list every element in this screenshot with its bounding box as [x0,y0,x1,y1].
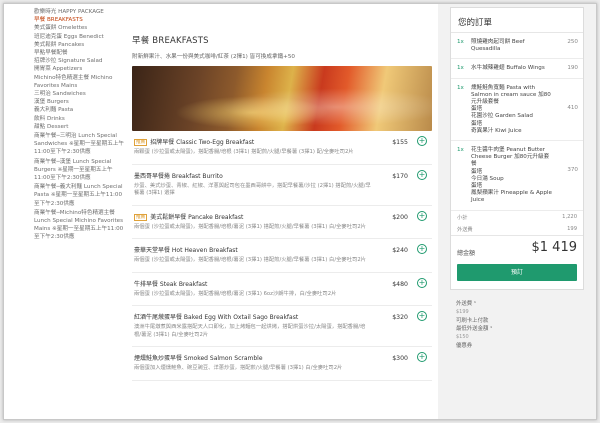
fee-value: $199 [456,309,469,315]
item-price: $200 [392,213,408,221]
item-price: $320 [392,314,408,321]
order-item-price: 370 [567,167,578,174]
item-name: 招牌早餐 Classic Two-Egg Breakfast [150,139,255,146]
item-name: 紅酒牛尾燉蛋早餐 Baked Egg With Oxtail Sago Brea… [134,314,299,321]
sidebar-item-drinks[interactable]: 飲料 Drinks [34,115,124,123]
add-item-icon[interactable]: + [417,352,427,362]
item-name: 煙燻鮭魚炒蛋早餐 Smoked Salmon Scramble [134,355,263,362]
item-description: 兩個蛋加入煙燻鮭魚、碗豆豌豆、洋蔥炒蛋，搭配煎/火腿/早餐薯 (3擇1) 白/全… [134,365,343,371]
subtotal-label: 小計 [457,214,468,221]
item-name: 牛排早餐 Steak Breakfast [134,280,208,288]
sidebar-item-omelettes[interactable]: 美式蛋餅 Omelettes [34,24,124,32]
recommended-badge: 推薦 [134,213,148,221]
menu-item[interactable]: 牛排早餐 Steak Breakfast 兩個蛋 (沙拉蛋或太陽蛋)，搭配香腸/… [132,273,432,306]
sidebar-item-sandwiches[interactable]: 三明治 Sandwiches [34,90,124,98]
order-item[interactable]: 1x 燻鮭鮭魚寬麵 Pasta with Salmon in cream sau… [451,79,583,142]
add-item-icon[interactable]: + [417,169,427,180]
sidebar-item-eggs-benedict[interactable]: 班尼迪克蛋 Eggs Benedict [34,33,124,41]
order-title: 您的訂單 [458,18,493,28]
sidebar-item-signature-salad[interactable]: 招牌沙拉 Signature Salad [34,57,124,65]
sidebar-item-dessert[interactable]: 甜點 Dessert [34,123,124,131]
order-item-qty: 1x [457,147,464,154]
order-item-qty: 1x [457,65,464,72]
sidebar-item-appetizers[interactable]: 開胃菜 Appetizers [34,65,124,73]
subtotal-row: 小計 1,220 [451,211,583,223]
min-order-value: $150 [456,334,469,340]
delivery-row: 外送費 199 [451,223,583,235]
item-description: 兩個蛋 (沙拉蛋或太陽蛋)，搭配香腸/培根/薯泥 (3擇1) 搭配煎/火腿/早餐… [134,223,366,230]
order-item[interactable]: 1x 水牛城辣雞翅 Buffalo Wings 190 [451,59,583,79]
app-frame: 歡樂時光 HAPPY PACKAGE 早餐 BREAKFASTS 美式蛋餅 Om… [3,3,597,420]
menu-item[interactable]: 煙燻鮭魚炒蛋早餐 Smoked Salmon Scramble 兩個蛋加入煙燻鮭… [132,347,432,381]
menu-item[interactable]: 推薦 招牌早餐 Classic Two-Egg Breakfast 兩顆蛋 (沙拉… [132,131,432,165]
order-item-price: 190 [567,65,578,72]
checkout-button[interactable]: 預訂 [457,263,577,281]
item-name: 美式鬆餅早餐 Pancake Breakfast [150,213,244,221]
order-item-price: 250 [567,39,578,45]
order-item[interactable]: 1x 照燒雞肉起司餅 Beef Quesadilla 250 [451,33,583,60]
menu-section: 早餐 BREAKFASTS 附新鮮果汁、水果一份與美式咖啡/紅茶 (2擇1) 皆… [124,4,438,419]
item-description: 兩個蛋 (沙拉蛋或太陽蛋)，搭配香腸/培根/薯泥 (3擇1) 6oz沙朗牛排，白… [134,290,337,297]
item-price: $240 [392,247,408,254]
order-item-price: 410 [567,104,578,111]
sidebar-item-lunch-pasta[interactable]: 商業午餐─義大利麵 Lunch Special Pasta ※星期一至星期五上午… [34,183,124,208]
item-name: 墨西哥早餐捲 Breakfast Burrito [134,172,223,180]
item-name: 豪華天堂早餐 Hot Heaven Breakfast [134,247,238,254]
order-item-name: 燻鮭鮭魚寬麵 Pasta with Salmon in cream sauce … [471,84,551,134]
menu-item[interactable]: 豪華天堂早餐 Hot Heaven Breakfast 兩個蛋 (沙拉蛋或太陽蛋… [132,239,432,273]
menu-item[interactable]: 紅酒牛尾燉蛋早餐 Baked Egg With Oxtail Sago Brea… [132,306,432,347]
order-item-qty: 1x [457,84,464,91]
delivery-label: 外送費 [457,226,473,233]
item-description: 澳洲牛尾燉煮與西米露搭配天人口即化，加上烤麵包一起烘烤，搭配烘蛋沙拉/太陽蛋，搭… [134,324,366,338]
min-order-label: 最低外送金額 ¹ [456,326,493,332]
item-description: 兩顆蛋 (沙拉蛋或太陽蛋)，搭配香腸/培根 (3擇1) 搭配煎/火腿/早餐薯 (… [134,149,354,155]
add-item-icon[interactable]: + [417,311,427,321]
recommended-badge: 推薦 [134,139,148,146]
order-item[interactable]: 1x 花生醬牛肉堡 Peanut Butter Cheese Burger 加8… [451,141,583,211]
delivery-value: 199 [567,225,577,232]
order-meta: 外送費 ¹ $199 可刷卡上付款 最低外送金額 ¹ $150 優惠券 [456,301,576,351]
total-value: $1 419 [531,239,578,255]
breakfast-banner-image [132,66,432,131]
item-description: 炒蛋、美式炒蛋、青椒、紅椒、洋蔥與起司包在墨西哥餅中，搭配早餐薯/沙拉 (2擇1… [134,182,371,197]
sidebar-item-happy-package[interactable]: 歡樂時光 HAPPY PACKAGE [34,8,124,16]
coupon-link[interactable]: 優惠券 [456,343,576,350]
menu-item[interactable]: 推薦 美式鬆餅早餐 Pancake Breakfast 兩個蛋 (沙拉蛋或太陽蛋)… [132,206,432,239]
item-price: $480 [392,280,408,288]
add-item-icon[interactable]: + [417,277,427,288]
add-item-icon[interactable]: + [417,136,427,146]
add-item-icon[interactable]: + [417,210,427,221]
order-item-name: 花生醬牛肉堡 Peanut Butter Cheese Burger 加80元升… [471,147,552,204]
order-item-name: 照燒雞肉起司餅 Beef Quesadilla [471,39,525,53]
payment-label: 可刷卡上付款 [456,318,489,324]
total-row: 總金額 $1 419 [451,236,583,260]
sidebar-item-pancakes[interactable]: 美式鬆餅 Pancakes [34,41,124,49]
item-price: $300 [392,355,408,362]
fee-label: 外送費 ¹ [456,301,477,307]
category-sidebar: 歡樂時光 HAPPY PACKAGE 早餐 BREAKFASTS 美式蛋餅 Om… [4,4,124,419]
section-description: 附新鮮果汁、水果一份與美式咖啡/紅茶 (2擇1) 皆可換成拿鐵+50 [132,54,295,60]
sidebar-item-favorites-mains[interactable]: Michino特色精選主餐 Michino Favorites Mains [34,74,124,90]
order-panel: 您的訂單 1x 照燒雞肉起司餅 Beef Quesadilla 250 1x 水… [450,7,584,290]
sidebar-item-breakfast-sides[interactable]: 早點早餐配餐 [34,49,124,57]
section-title: 早餐 BREAKFASTS [132,36,209,46]
sidebar-item-burgers[interactable]: 漢堡 Burgers [34,98,124,106]
add-item-icon[interactable]: + [417,244,427,254]
sidebar-item-lunch-favorites[interactable]: 商業午餐─Michino特色精選主餐 Lunch Special Michino… [34,209,124,242]
total-label: 總金額 [457,249,476,257]
menu-item[interactable]: 墨西哥早餐捲 Breakfast Burrito 炒蛋、美式炒蛋、青椒、紅椒、洋… [132,165,432,206]
sidebar-item-lunch-burgers[interactable]: 商業午餐─漢堡 Lunch Special Burgers ※星期一至星期五上午… [34,158,124,183]
item-price: $170 [392,172,408,180]
sidebar-item-breakfasts[interactable]: 早餐 BREAKFASTS [34,16,124,24]
subtotal-value: 1,220 [562,213,577,220]
item-price: $155 [392,139,408,146]
item-description: 兩個蛋 (沙拉蛋或太陽蛋)，搭配香腸/培根/薯泥 (3擇1) 搭配煎/火腿/早餐… [134,257,366,263]
order-item-qty: 1x [457,39,464,45]
sidebar-item-pasta[interactable]: 義大利麵 Pasta [34,106,124,114]
sidebar-item-lunch-sandwiches[interactable]: 商業午餐─三明治 Lunch Special Sandwiches ※星期一至星… [34,132,124,157]
order-item-name: 水牛城辣雞翅 Buffalo Wings [471,65,545,72]
